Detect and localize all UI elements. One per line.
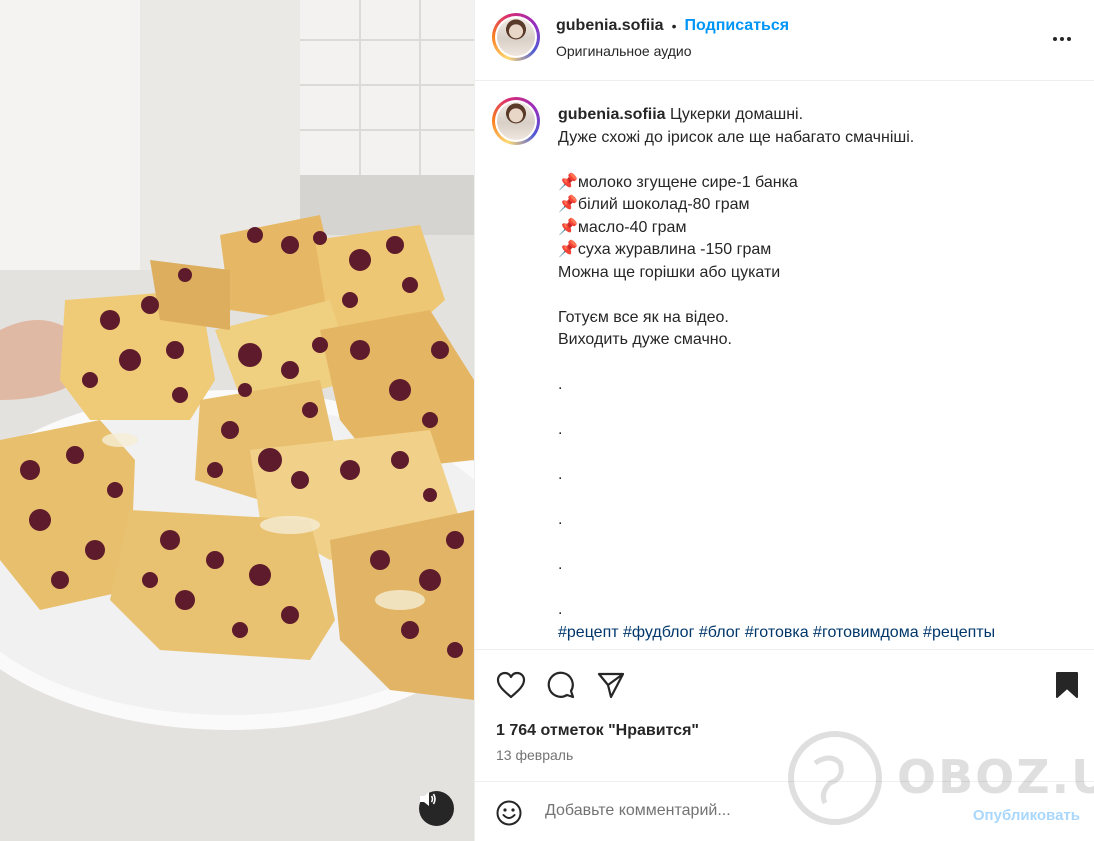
caption-line: . (558, 511, 563, 528)
caption-line (558, 577, 1058, 600)
caption-line: Готуєм все як на відео. (558, 308, 729, 326)
comment-bar: Опубликовать (475, 781, 1094, 841)
bookmark-icon[interactable] (1055, 671, 1079, 704)
share-icon[interactable] (596, 671, 626, 704)
post-header: gubenia.sofiia • Подписаться Оригинально… (475, 0, 1094, 81)
audio-label[interactable]: Оригинальное аудио (556, 43, 692, 59)
caption-avatar[interactable] (492, 97, 540, 145)
post-actions: 1 764 отметок "Нравится" 13 февраль (475, 649, 1094, 781)
separator-dot: • (671, 18, 677, 34)
caption-line: . (558, 376, 563, 393)
caption-line (558, 284, 1058, 307)
caption-username[interactable]: gubenia.sofiia (558, 106, 666, 123)
audio-toggle-button[interactable] (419, 791, 454, 826)
post-details-panel: gubenia.sofiia • Подписаться Оригинально… (474, 0, 1094, 841)
heart-icon[interactable] (496, 671, 526, 704)
caption-line (558, 149, 1058, 172)
caption-line: . (558, 466, 563, 483)
caption-line (558, 397, 1058, 420)
caption-line: . (558, 421, 563, 438)
author-username[interactable]: gubenia.sofiia (556, 17, 664, 35)
caption-line (558, 352, 1058, 375)
caption-hashtags[interactable]: #рецепт #фудблог #блог #готовка #готовим… (558, 622, 1058, 645)
caption-line: 📌масло-40 грам (558, 218, 687, 236)
comment-icon[interactable] (546, 671, 576, 704)
more-icon[interactable] (1053, 30, 1075, 48)
likes-count[interactable]: 1 764 отметок "Нравится" (496, 722, 699, 740)
caption-line (558, 532, 1058, 555)
caption-line: . (558, 601, 563, 618)
caption-line: Виходить дуже смачно. (558, 331, 732, 348)
publish-button[interactable]: Опубликовать (973, 807, 1080, 824)
emoji-icon[interactable] (496, 800, 522, 831)
follow-button[interactable]: Подписаться (684, 17, 789, 35)
caption-section: gubenia.sofiia Цукерки домашні. Дуже схо… (475, 82, 1094, 648)
speaker-icon (420, 792, 436, 806)
caption-line: 📌суха журавлина -150 грам (558, 241, 772, 258)
caption-line (558, 487, 1058, 510)
caption-first-line: Цукерки домашні. (665, 106, 804, 123)
caption-line: . (558, 556, 563, 573)
post-date[interactable]: 13 февраль (496, 747, 573, 763)
caption-line: 📌білий шоколад-80 грам (558, 196, 750, 213)
avatar[interactable] (492, 13, 540, 61)
comment-input[interactable] (545, 802, 945, 820)
caption-line (558, 442, 1058, 465)
post-media[interactable] (0, 0, 474, 841)
caption-text: gubenia.sofiia Цукерки домашні. Дуже схо… (558, 104, 1058, 644)
candy-plate-image (0, 0, 474, 841)
caption-line: Дуже схожі до ірисок але ще набагато сма… (558, 128, 915, 146)
caption-line: 📌молоко згущене сире-1 банка (558, 173, 798, 191)
caption-line: Можна ще горішки або цукати (558, 263, 781, 281)
